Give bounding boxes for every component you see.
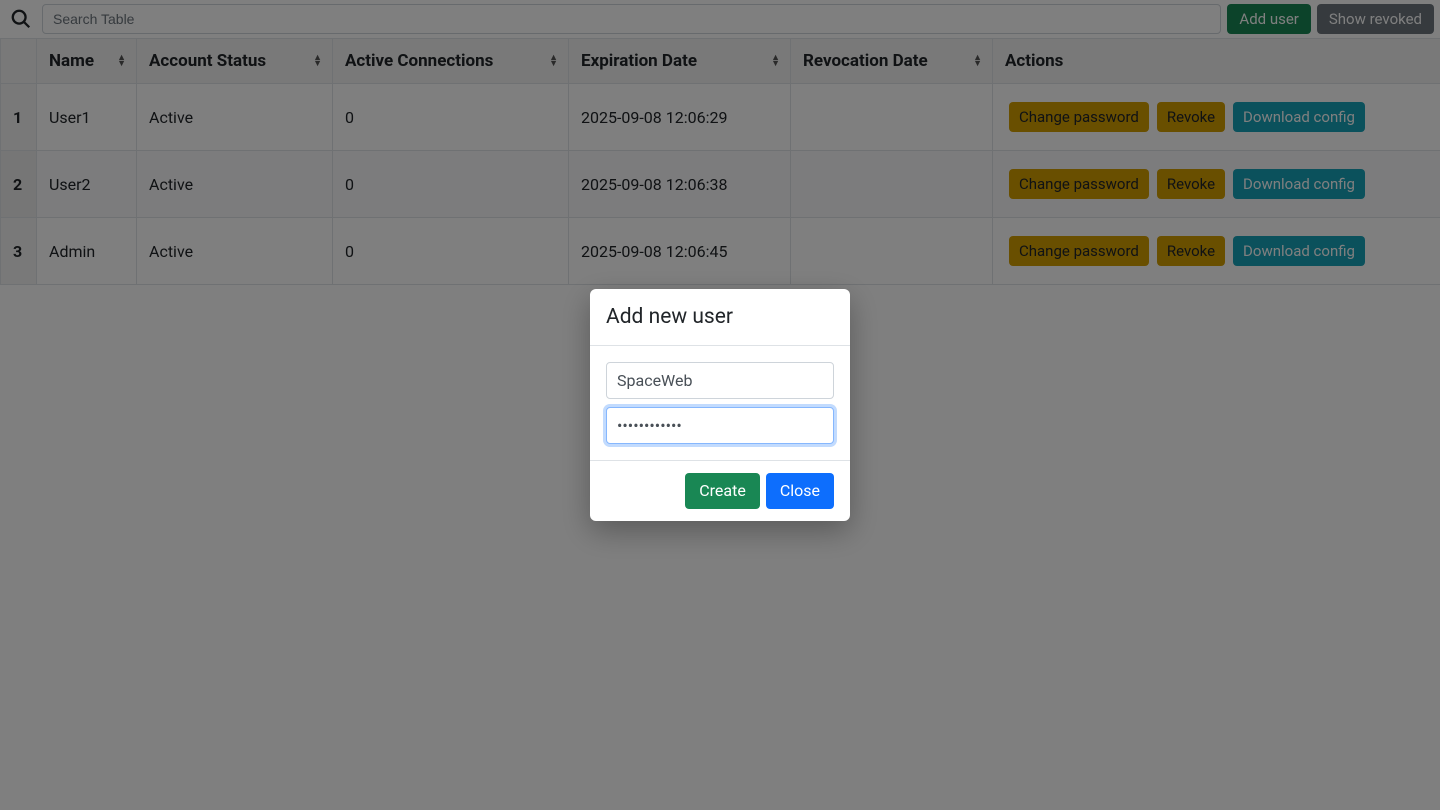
close-button[interactable]: Close (766, 473, 834, 508)
modal-backdrop[interactable]: Add new user Create Close (0, 0, 1440, 810)
username-input[interactable] (606, 362, 834, 399)
add-user-modal: Add new user Create Close (590, 289, 850, 520)
password-input[interactable] (606, 407, 834, 444)
modal-footer: Create Close (590, 460, 850, 520)
modal-body (590, 346, 850, 460)
create-button[interactable]: Create (685, 473, 760, 508)
modal-title: Add new user (590, 289, 850, 346)
